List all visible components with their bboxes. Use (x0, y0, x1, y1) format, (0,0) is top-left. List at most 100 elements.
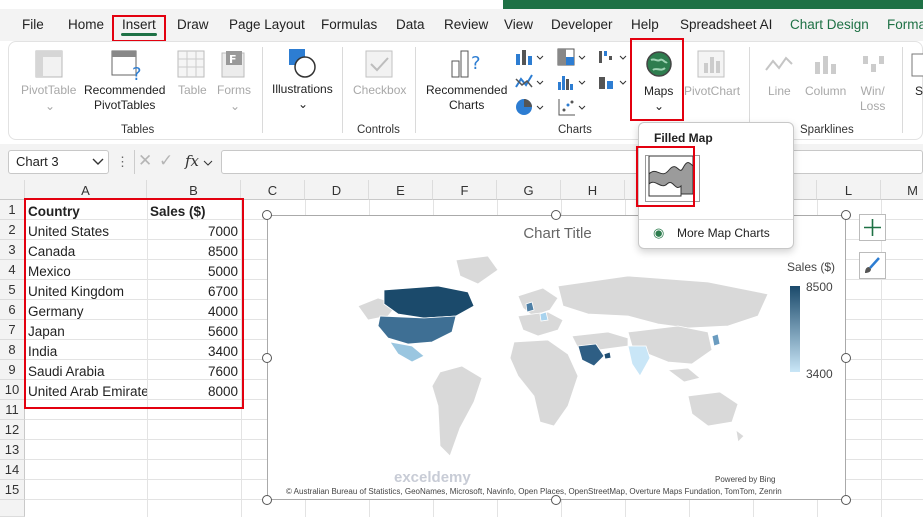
row-header[interactable]: 14 (0, 460, 25, 480)
pivotchart-button[interactable]: PivotChart (684, 84, 740, 99)
sales-cell[interactable]: 8000 (150, 382, 238, 402)
column-header[interactable]: M (881, 180, 923, 200)
country-cell[interactable]: Mexico (28, 262, 146, 282)
row-header[interactable] (0, 500, 25, 517)
sales-cell[interactable]: 7600 (150, 362, 238, 382)
row-header[interactable]: 11 (0, 400, 25, 420)
illustrations-dropdown-arrow[interactable]: ⌄ (298, 97, 308, 112)
pivottable-dropdown-arrow[interactable]: ⌄ (45, 99, 55, 114)
tab-review[interactable]: Review (444, 17, 488, 32)
country-cell[interactable]: United States (28, 222, 146, 242)
resize-handle[interactable] (841, 353, 851, 363)
tab-developer[interactable]: Developer (551, 17, 613, 32)
formula-input[interactable] (221, 150, 923, 174)
row-header[interactable]: 10 (0, 380, 25, 400)
row-header[interactable]: 4 (0, 260, 25, 280)
filled-map-option[interactable] (645, 155, 700, 202)
country-cell[interactable]: India (28, 342, 146, 362)
column-header[interactable]: C (241, 180, 305, 200)
tab-home[interactable]: Home (68, 17, 104, 32)
maps-dropdown-arrow[interactable]: ⌄ (654, 99, 664, 114)
header-cell-sales[interactable]: Sales ($) (150, 202, 238, 222)
country-cell[interactable]: Canada (28, 242, 146, 262)
combo-chart-icon[interactable] (598, 73, 628, 91)
tab-draw[interactable]: Draw (177, 17, 209, 32)
chart-elements-button[interactable] (859, 214, 886, 241)
tab-data[interactable]: Data (396, 17, 425, 32)
tab-view[interactable]: View (504, 17, 533, 32)
hierarchy-chart-icon[interactable] (557, 48, 587, 66)
sales-cell[interactable]: 3400 (150, 342, 238, 362)
sales-cell[interactable]: 5000 (150, 262, 238, 282)
sales-cell[interactable]: 7000 (150, 222, 238, 242)
row-header[interactable]: 13 (0, 440, 25, 460)
sparkline-line-button[interactable]: Line (768, 84, 791, 99)
country-cell[interactable]: Germany (28, 302, 146, 322)
tab-page-layout[interactable]: Page Layout (229, 17, 305, 32)
forms-dropdown-arrow[interactable]: ⌄ (230, 99, 240, 114)
row-header[interactable]: 1 (0, 200, 25, 220)
pie-chart-icon[interactable] (515, 98, 545, 116)
resize-handle[interactable] (262, 495, 272, 505)
tab-format[interactable]: Forma (887, 17, 923, 32)
column-header[interactable]: L (817, 180, 881, 200)
sales-cell[interactable]: 5600 (150, 322, 238, 342)
sales-cell[interactable]: 6700 (150, 282, 238, 302)
more-options-icon[interactable]: ⋮ (116, 154, 129, 170)
sparkline-column-button[interactable]: Column (805, 84, 846, 99)
resize-handle[interactable] (551, 495, 561, 505)
enter-icon[interactable]: ✓ (159, 151, 173, 171)
tab-help[interactable]: Help (631, 17, 659, 32)
column-header[interactable]: B (147, 180, 241, 200)
resize-handle[interactable] (841, 210, 851, 220)
country-cell[interactable]: United Arab Emirates (28, 382, 147, 402)
checkbox-button[interactable]: Checkbox (353, 83, 406, 98)
column-chart-icon[interactable] (515, 48, 545, 66)
select-all-corner[interactable] (0, 180, 25, 200)
tab-insert[interactable]: Insert (122, 17, 156, 32)
scatter-chart-icon[interactable] (557, 98, 587, 116)
map-chart[interactable]: Chart Title Sales ($) 8500 3400 exceldem… (267, 215, 846, 500)
row-header[interactable]: 3 (0, 240, 25, 260)
more-map-charts-item[interactable]: More Map Charts (677, 226, 770, 240)
row-header[interactable]: 2 (0, 220, 25, 240)
column-header[interactable]: G (497, 180, 561, 200)
recommended-pivottables-button[interactable]: Recommended PivotTables (84, 83, 165, 113)
row-header[interactable]: 7 (0, 320, 25, 340)
maps-button[interactable]: Maps (644, 84, 673, 99)
header-cell-country[interactable]: Country (28, 202, 146, 222)
country-cell[interactable]: United Kingdom (28, 282, 146, 302)
column-header[interactable]: A (25, 180, 147, 200)
waterfall-chart-icon[interactable] (598, 48, 628, 66)
pivottable-button[interactable]: PivotTable (21, 83, 76, 98)
resize-handle[interactable] (262, 353, 272, 363)
line-chart-icon[interactable] (515, 73, 545, 91)
sparkline-winloss-button[interactable]: Win/Loss (860, 84, 885, 114)
column-header[interactable]: H (561, 180, 625, 200)
row-header[interactable]: 12 (0, 420, 25, 440)
slicer-label[interactable]: S (915, 84, 923, 99)
resize-handle[interactable] (551, 210, 561, 220)
resize-handle[interactable] (841, 495, 851, 505)
tab-formulas[interactable]: Formulas (321, 17, 377, 32)
tab-spreadsheet-ai[interactable]: Spreadsheet AI (680, 17, 772, 32)
column-header[interactable]: F (433, 180, 497, 200)
row-header[interactable]: 5 (0, 280, 25, 300)
sales-cell[interactable]: 4000 (150, 302, 238, 322)
table-button[interactable]: Table (178, 83, 207, 98)
chart-styles-button[interactable] (859, 252, 886, 279)
chevron-down-icon[interactable] (92, 157, 104, 167)
cancel-icon[interactable]: ✕ (138, 151, 152, 171)
tab-file[interactable]: File (22, 17, 44, 32)
forms-button[interactable]: Forms (217, 83, 251, 98)
row-header[interactable]: 9 (0, 360, 25, 380)
resize-handle[interactable] (262, 210, 272, 220)
fx-dropdown-icon[interactable] (203, 157, 213, 171)
column-header[interactable]: D (305, 180, 369, 200)
country-cell[interactable]: Saudi Arabia (28, 362, 146, 382)
row-header[interactable]: 6 (0, 300, 25, 320)
recommended-charts-button[interactable]: Recommended Charts (426, 83, 507, 113)
row-header[interactable]: 8 (0, 340, 25, 360)
country-cell[interactable]: Japan (28, 322, 146, 342)
function-icon[interactable]: fx (185, 152, 199, 170)
